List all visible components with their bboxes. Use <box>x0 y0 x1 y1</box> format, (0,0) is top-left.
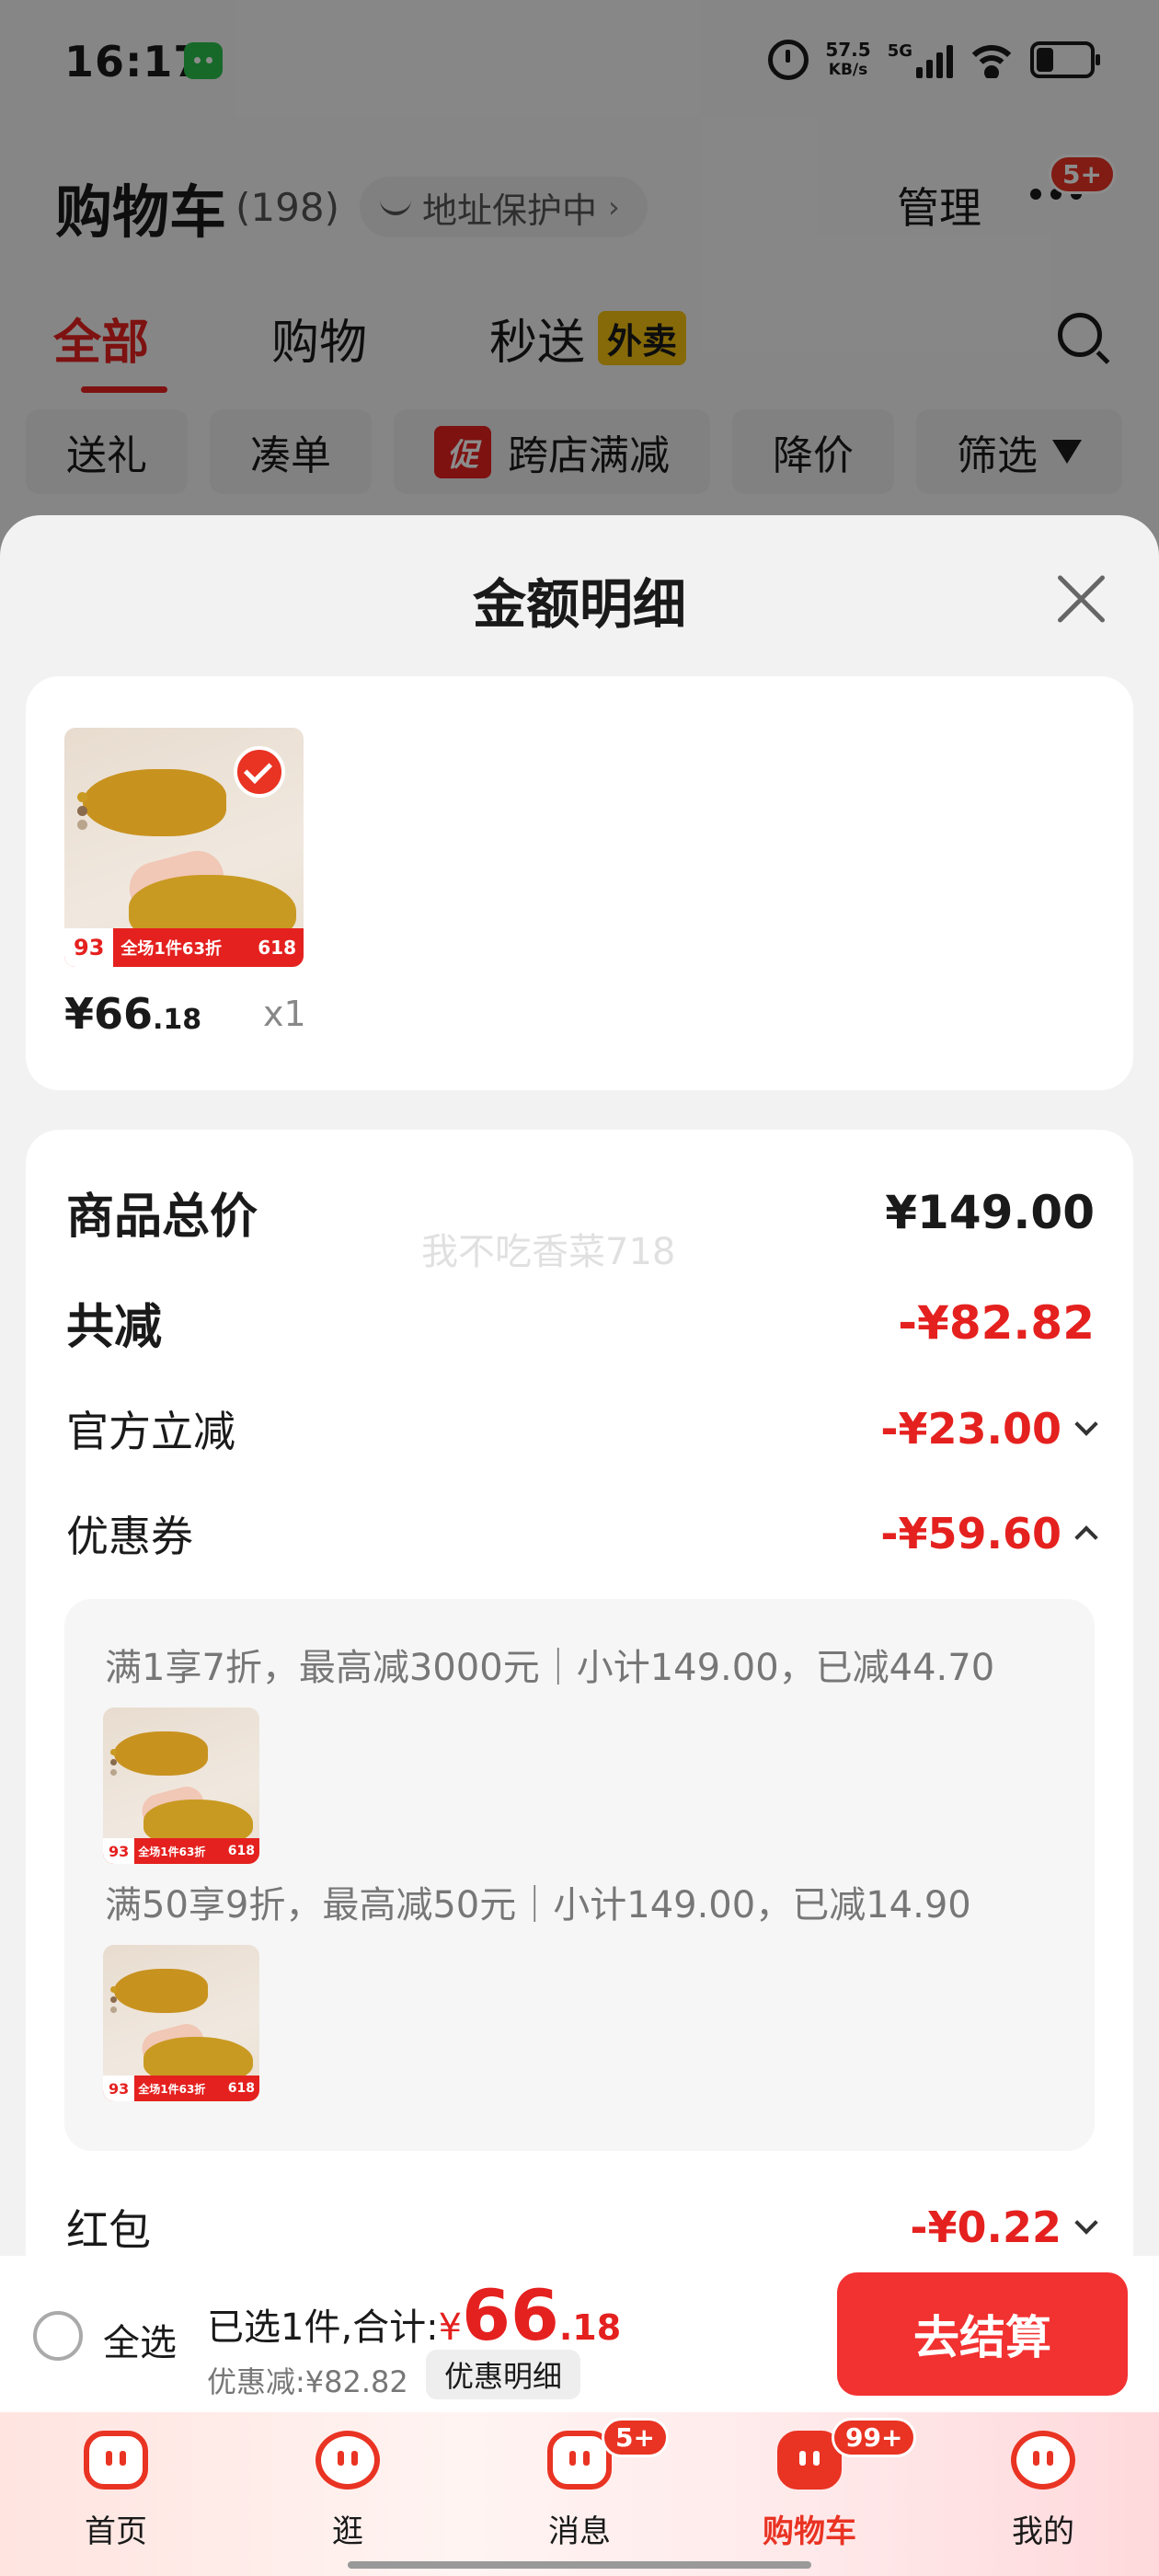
sheet-title: 金额明细 <box>472 573 686 636</box>
nav-cart[interactable]: 99+ 购物车 <box>736 2418 917 2551</box>
price-breakdown-card: 我不吃香菜718 商品总价 ¥149.00 共减 -¥82.82 官方立减 -¥… <box>26 1130 1133 2263</box>
checkout-bar: 全选 已选1件,合计: ¥ 66 .18 优惠减:¥82.82 优惠明细 去结算 <box>0 2256 1159 2412</box>
home-icon <box>84 2431 148 2490</box>
messages-badge: 5+ <box>602 2418 669 2457</box>
coupon-product-thumbnail: 93 全场1件63折 618 <box>103 1945 259 2101</box>
chevron-up-icon <box>1074 1525 1098 1549</box>
home-indicator[interactable] <box>348 2561 811 2569</box>
nav-profile[interactable]: 我的 <box>970 2431 1117 2551</box>
row-official-discount[interactable]: 官方立减 -¥23.00 <box>66 1398 1098 1459</box>
item-quantity: x1 <box>263 994 306 1034</box>
close-icon[interactable] <box>1053 570 1108 626</box>
coupon-details: 满1享7折，最高减3000元｜小计149.00，已减44.70 93 全场1件63… <box>64 1599 1095 2151</box>
select-all-label[interactable]: 全选 <box>103 2313 177 2366</box>
row-total-price: 商品总价 ¥149.00 <box>66 1185 1095 1246</box>
browse-icon <box>316 2431 380 2490</box>
cart-badge: 99+ <box>832 2418 917 2457</box>
total-amount: 66 <box>462 2274 559 2356</box>
thumbnail-promo-banner: 93 全场1件63折 618 <box>64 928 304 967</box>
discount-detail-button[interactable]: 优惠明细 <box>426 2350 581 2399</box>
item-price: ¥66.18 <box>64 989 202 1039</box>
check-icon <box>234 746 285 798</box>
profile-icon <box>1011 2431 1075 2490</box>
row-red-packet[interactable]: 红包 -¥0.22 <box>66 2197 1098 2258</box>
row-coupon[interactable]: 优惠券 -¥59.60 <box>66 1503 1098 1564</box>
chevron-down-icon <box>1074 2211 1098 2235</box>
row-total-reduction: 共减 -¥82.82 <box>66 1295 1095 1356</box>
coupon-line: 满50享9折，最高减50元｜小计149.00，已减14.90 <box>105 1884 971 1926</box>
bottom-nav: 首页 逛 5+ 消息 99+ 购物车 我的 <box>0 2412 1159 2576</box>
coupon-line: 满1享7折，最高减3000元｜小计149.00，已减44.70 <box>105 1647 995 1689</box>
total-line: 已选1件,合计: ¥ 66 .18 <box>207 2274 622 2356</box>
nav-messages[interactable]: 5+ 消息 <box>506 2418 669 2551</box>
checkout-button[interactable]: 去结算 <box>837 2272 1128 2396</box>
product-card: 93 全场1件63折 618 ¥66.18 x1 <box>26 676 1133 1090</box>
nav-home[interactable]: 首页 <box>42 2431 189 2551</box>
select-all-checkbox[interactable] <box>33 2311 83 2361</box>
amount-detail-sheet: 金额明细 93 全场1件63折 618 ¥66.18 x1 我不吃香菜718 商… <box>0 515 1159 2263</box>
coupon-product-thumbnail: 93 全场1件63折 618 <box>103 1708 259 1864</box>
discount-text: 优惠减:¥82.82 <box>207 2364 408 2399</box>
product-thumbnail[interactable]: 93 全场1件63折 618 <box>64 728 304 967</box>
chevron-down-icon <box>1074 1412 1098 1436</box>
nav-browse[interactable]: 逛 <box>274 2431 421 2551</box>
